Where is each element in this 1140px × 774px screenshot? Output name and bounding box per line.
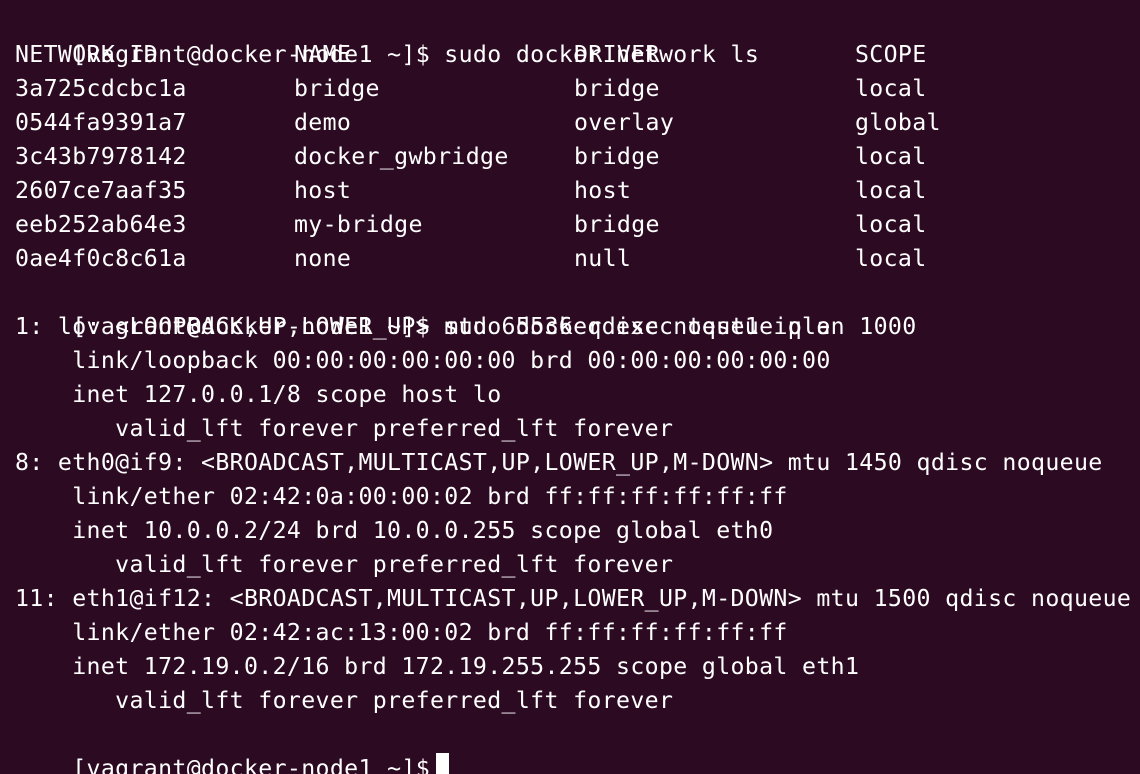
network-name-cell: docker_gwbridge: [294, 143, 509, 170]
network-name-cell: bridge: [294, 75, 380, 102]
output-line: 11: eth1@if12: <BROADCAST,MULTICAST,UP,L…: [15, 582, 1140, 616]
output-line: inet 172.19.0.2/16 brd 172.19.255.255 sc…: [15, 650, 1140, 684]
output-text: inet 172.19.0.2/16 brd 172.19.255.255 sc…: [15, 653, 860, 680]
network-name-cell: demo: [294, 109, 352, 136]
network-table-header: NETWORK ID NAME DRIVER SCOPE: [15, 38, 1140, 72]
table-row: 0544fa9391a7 demo overlay global: [15, 106, 1140, 140]
table-row: 3c43b7978142 docker_gwbridge bridge loca…: [15, 140, 1140, 174]
output-text: link/loopback 00:00:00:00:00:00 brd 00:0…: [15, 347, 831, 374]
shell-prompt: [vagrant@docker-node1 ~]$: [72, 755, 431, 774]
driver-cell: overlay: [574, 109, 675, 136]
network-name-cell: none: [294, 245, 352, 272]
output-text: 1: lo: <LOOPBACK,UP,LOWER_UP> mtu 65536 …: [15, 313, 917, 340]
output-line: inet 10.0.0.2/24 brd 10.0.0.255 scope gl…: [15, 514, 1140, 548]
output-line: link/loopback 00:00:00:00:00:00 brd 00:0…: [15, 344, 1140, 378]
driver-cell: bridge: [574, 143, 660, 170]
header-name: NAME: [294, 41, 352, 68]
network-id-cell: 0544fa9391a7: [15, 109, 187, 136]
output-text: valid_lft forever preferred_lft forever: [15, 415, 674, 442]
network-id-cell: eeb252ab64e3: [15, 211, 187, 238]
scope-cell: local: [855, 75, 927, 102]
command-line-exec-ip: [vagrant@docker-node1 ~]$ sudo docker ex…: [15, 276, 1140, 340]
table-row: eeb252ab64e3 my-bridge bridge local: [15, 208, 1140, 242]
driver-cell: host: [574, 177, 632, 204]
scope-cell: local: [855, 143, 927, 170]
output-line: link/ether 02:42:0a:00:00:02 brd ff:ff:f…: [15, 480, 1140, 514]
output-text: link/ether 02:42:ac:13:00:02 brd ff:ff:f…: [15, 619, 788, 646]
network-name-cell: my-bridge: [294, 211, 423, 238]
network-name-cell: host: [294, 177, 352, 204]
output-text: link/ether 02:42:0a:00:00:02 brd ff:ff:f…: [15, 483, 788, 510]
network-id-cell: 0ae4f0c8c61a: [15, 245, 187, 272]
output-line: valid_lft forever preferred_lft forever: [15, 548, 1140, 582]
network-id-cell: 3c43b7978142: [15, 143, 187, 170]
terminal-window[interactable]: [vagrant@docker-node1 ~]$ sudo docker ne…: [0, 0, 1140, 774]
driver-cell: bridge: [574, 75, 660, 102]
output-text: valid_lft forever preferred_lft forever: [15, 551, 674, 578]
output-line: link/ether 02:42:ac:13:00:02 brd ff:ff:f…: [15, 616, 1140, 650]
scope-cell: local: [855, 177, 927, 204]
header-network-id: NETWORK ID: [15, 41, 159, 68]
header-driver: DRIVER: [574, 41, 660, 68]
output-line: valid_lft forever preferred_lft forever: [15, 684, 1140, 718]
table-row: 3a725cdcbc1a bridge bridge local: [15, 72, 1140, 106]
scope-cell: local: [855, 245, 927, 272]
scope-cell: global: [855, 109, 941, 136]
header-scope: SCOPE: [855, 41, 927, 68]
output-line: inet 127.0.0.1/8 scope host lo: [15, 378, 1140, 412]
table-row: 0ae4f0c8c61a none null local: [15, 242, 1140, 276]
output-text: 11: eth1@if12: <BROADCAST,MULTICAST,UP,L…: [15, 585, 1132, 612]
network-id-cell: 3a725cdcbc1a: [15, 75, 187, 102]
network-id-cell: 2607ce7aaf35: [15, 177, 187, 204]
output-line: valid_lft forever preferred_lft forever: [15, 412, 1140, 446]
output-text: inet 127.0.0.1/8 scope host lo: [15, 381, 502, 408]
driver-cell: bridge: [574, 211, 660, 238]
output-line: 8: eth0@if9: <BROADCAST,MULTICAST,UP,LOW…: [15, 446, 1140, 480]
active-prompt-line[interactable]: [vagrant@docker-node1 ~]$: [15, 718, 1140, 774]
command-line-network-ls: [vagrant@docker-node1 ~]$ sudo docker ne…: [15, 4, 1140, 68]
text-cursor[interactable]: [436, 753, 450, 774]
output-line: 1: lo: <LOOPBACK,UP,LOWER_UP> mtu 65536 …: [15, 310, 1140, 344]
scope-cell: local: [855, 211, 927, 238]
output-text: inet 10.0.0.2/24 brd 10.0.0.255 scope gl…: [15, 517, 774, 544]
output-text: valid_lft forever preferred_lft forever: [15, 687, 674, 714]
driver-cell: null: [574, 245, 632, 272]
output-text: 8: eth0@if9: <BROADCAST,MULTICAST,UP,LOW…: [15, 449, 1103, 476]
table-row: 2607ce7aaf35 host host local: [15, 174, 1140, 208]
